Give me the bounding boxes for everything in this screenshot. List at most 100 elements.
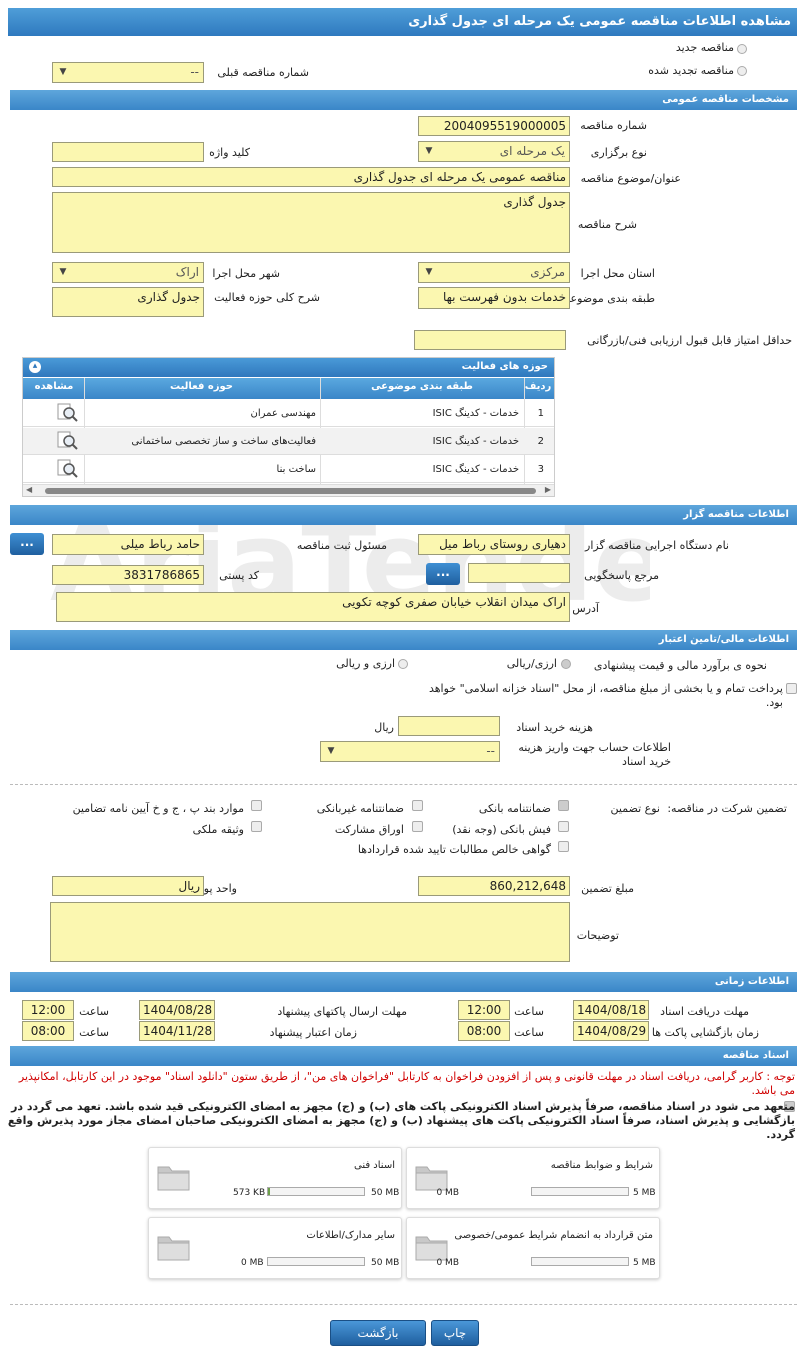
- responsible-label: مسئول ثبت مناقصه: [296, 539, 387, 552]
- doc-max: 50 MB: [371, 1258, 400, 1268]
- collapse-icon[interactable]: ▴: [29, 361, 41, 373]
- chevron-down-icon: ▼: [425, 267, 433, 277]
- ariatender-watermark-logo: AriaTender.net: [50, 498, 650, 626]
- magnifier-view-icon[interactable]: [57, 403, 79, 423]
- cash-receipt-label: فیش بانکی (وجه نقد): [452, 823, 551, 836]
- chevron-down-icon: ▼: [425, 146, 433, 156]
- property-checkbox[interactable]: [251, 821, 262, 832]
- tender-title-label: عنوان/موضوع مناقصه: [580, 172, 681, 185]
- scroll-left-icon[interactable]: ◀: [26, 485, 32, 494]
- renewed-tender-radio[interactable]: [737, 66, 747, 76]
- reference-label: مرجع پاسخگویی: [584, 569, 659, 582]
- prev-tender-select[interactable]: -- ▼: [52, 62, 204, 83]
- doc-progress: [531, 1187, 629, 1196]
- section-header-documents: اسناد مناقصه: [10, 1046, 797, 1066]
- row-category: خدمات - کدینگ ISIC: [432, 436, 519, 447]
- chevron-down-icon: ▼: [59, 67, 67, 77]
- doc-progress: [267, 1257, 365, 1266]
- property-label: وثیقه ملکی: [192, 823, 244, 836]
- chevron-down-icon: ▼: [327, 746, 335, 756]
- back-button[interactable]: بازگشت: [330, 1320, 426, 1346]
- scroll-right-icon[interactable]: ▶: [545, 485, 551, 494]
- horizontal-scrollbar[interactable]: ◀ ▶: [23, 484, 554, 496]
- activity-grid-header: حوزه های فعالیت ▴: [23, 358, 554, 377]
- category-label: طبقه بندی موضوعی: [561, 292, 655, 305]
- commit-text: متعهد می شود در اسناد مناقصه، صرفاً پذیر…: [7, 1100, 795, 1141]
- doc-current: 5 MB: [633, 1188, 656, 1198]
- new-tender-radio[interactable]: [737, 44, 747, 54]
- postal-code-field: 3831786865: [52, 565, 204, 585]
- clauses-checkbox[interactable]: [251, 800, 262, 811]
- doc-box-other[interactable]: سایر مدارک/اطلاعات 0 MB 50 MB: [148, 1217, 402, 1279]
- folder-icon: [157, 1166, 190, 1191]
- treasury-checkbox[interactable]: [786, 683, 797, 694]
- holding-type-label: نوع برگزاری: [590, 146, 647, 159]
- col-view: مشاهده: [34, 381, 74, 392]
- non-bank-guarantee-checkbox[interactable]: [412, 800, 423, 811]
- guarantee-amount-field: 860,212,648: [418, 876, 570, 896]
- doc-fee-field: [398, 716, 500, 736]
- holding-type-select[interactable]: یک مرحله ای ▼: [418, 141, 570, 162]
- doc-name: شرایط و ضوابط مناقصه: [550, 1160, 653, 1171]
- section-header-organizer: اطلاعات مناقصه گزار: [10, 505, 797, 525]
- activity-grid-title: حوزه های فعالیت: [461, 361, 548, 372]
- category-field: خدمات بدون فهرست بها: [418, 287, 570, 309]
- activity-desc-field: جدول گذاری: [52, 287, 204, 317]
- reference-lookup-button[interactable]: ...: [426, 563, 460, 585]
- doc-fee-unit: ریال: [374, 721, 394, 734]
- row-index: 2: [537, 436, 544, 447]
- new-tender-label: مناقصه جدید: [675, 41, 734, 54]
- estimate-option-both-radio[interactable]: [398, 659, 408, 669]
- print-button[interactable]: چاپ: [431, 1320, 479, 1346]
- row-field: ساخت بنا: [276, 464, 316, 475]
- tender-title-field: مناقصه عمومی یک مرحله ای جدول گذاری: [52, 167, 570, 187]
- city-select[interactable]: اراک ▼: [52, 262, 204, 283]
- renewed-tender-label: مناقصه تجدید شده: [648, 64, 734, 77]
- keyword-field[interactable]: [52, 142, 204, 162]
- clauses-label: موارد بند پ ، ج و خ آیین نامه تضامین: [72, 802, 244, 815]
- bonds-label: اوراق مشارکت: [334, 823, 404, 836]
- min-score-field: [414, 330, 566, 350]
- doc-box-terms[interactable]: شرایط و ضوابط مناقصه 0 MB 5 MB: [406, 1147, 660, 1209]
- bonds-checkbox[interactable]: [412, 821, 423, 832]
- doc-current: 0 MB: [436, 1258, 459, 1268]
- responsible-field: حامد رباط میلی: [52, 534, 204, 555]
- city-label: شهر محل اجرا: [212, 267, 280, 280]
- receivables-label: گواهی خالص مطالبات تایید شده قراردادها: [357, 843, 551, 856]
- activity-desc-label: شرح کلی حوزه فعالیت: [214, 291, 320, 304]
- tender-number-field: 2004095519000005: [418, 116, 570, 136]
- col-index: ردیف: [524, 381, 552, 392]
- tender-desc-field: جدول گذاری: [52, 192, 570, 253]
- page-title: مشاهده اطلاعات مناقصه عمومی یک مرحله ای …: [8, 8, 797, 36]
- responsible-lookup-button[interactable]: ...: [10, 533, 44, 555]
- province-select[interactable]: مرکزی ▼: [418, 262, 570, 283]
- col-category: طبقه بندی موضوعی: [371, 381, 473, 392]
- tender-desc-label: شرح مناقصه: [577, 218, 637, 231]
- receive-deadline-label: مهلت دریافت اسناد: [660, 1005, 749, 1018]
- doc-current: 0 MB: [241, 1258, 264, 1268]
- send-time-label: ساعت: [79, 1005, 109, 1018]
- row-category: خدمات - کدینگ ISIC: [432, 408, 519, 419]
- doc-progress: [531, 1257, 629, 1266]
- receive-deadline-date: 1404/08/18: [573, 1000, 649, 1020]
- doc-box-technical[interactable]: اسناد فنی 573 KB 50 MB: [148, 1147, 402, 1209]
- magnifier-view-icon[interactable]: [57, 431, 79, 451]
- doc-box-contract[interactable]: متن قرارداد به انضمام شرایط عمومی/خصوصی …: [406, 1217, 660, 1279]
- cash-receipt-checkbox[interactable]: [558, 821, 569, 832]
- bank-guarantee-checkbox[interactable]: [558, 800, 569, 811]
- folder-icon: [157, 1236, 190, 1261]
- doc-name: سایر مدارک/اطلاعات: [306, 1230, 395, 1241]
- non-bank-guarantee-label: ضمانتنامه غیربانکی: [316, 802, 404, 815]
- receive-time-label: ساعت: [514, 1005, 544, 1018]
- row-field: فعالیت‌های ساخت و ساز تخصصی ساختمانی: [131, 436, 316, 447]
- account-select[interactable]: -- ▼: [320, 741, 500, 762]
- guarantee-type-label: نوع تضمین: [610, 802, 660, 815]
- postal-code-label: کد پستی: [219, 569, 259, 582]
- magnifier-view-icon[interactable]: [57, 459, 79, 479]
- province-label: استان محل اجرا: [580, 267, 655, 280]
- scrollbar-thumb[interactable]: [45, 488, 536, 494]
- receivables-checkbox[interactable]: [558, 841, 569, 852]
- activity-grid-columns: ردیف طبقه بندی موضوعی حوزه فعالیت مشاهده: [23, 378, 554, 399]
- doc-fee-label: هزینه خرید اسناد: [516, 721, 593, 734]
- estimate-option-rial-radio[interactable]: [561, 659, 571, 669]
